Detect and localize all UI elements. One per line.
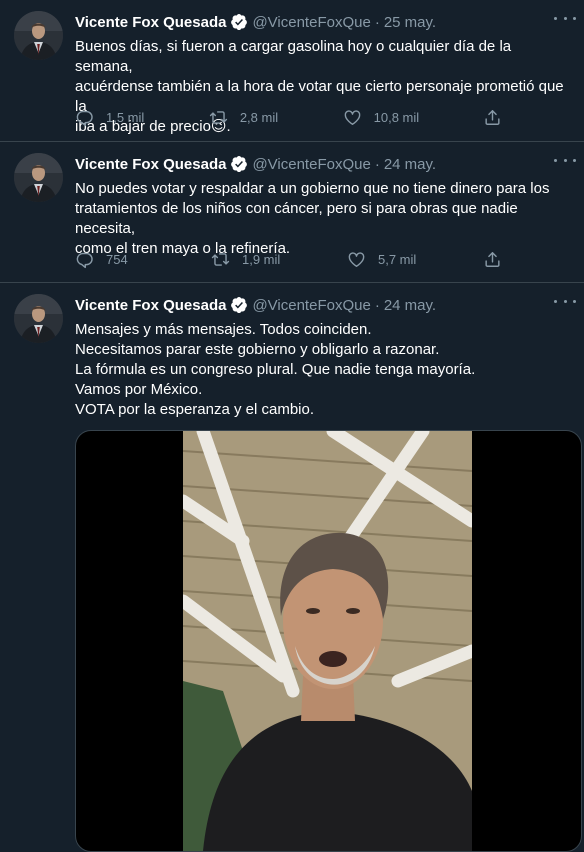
retweet-count: 1,9 mil: [242, 251, 281, 267]
retweet-icon: [209, 110, 227, 124]
tweet[interactable]: Vicente Fox Quesada @VicenteFoxQue · 24 …: [0, 142, 584, 283]
tweet-date[interactable]: 25 may.: [384, 14, 436, 31]
avatar[interactable]: [14, 294, 63, 343]
tweet-date[interactable]: 24 may.: [384, 156, 436, 173]
more-icon[interactable]: [552, 10, 578, 26]
share-button[interactable]: [483, 250, 502, 269]
tweet-text-line: Buenos días, si fueron a cargar gasolina…: [75, 38, 512, 75]
tweet-date[interactable]: 24 may.: [384, 297, 436, 314]
tweet-text-line: Necesitamos parar este gobierno y obliga…: [75, 341, 440, 358]
tweet-text: No puedes votar y respaldar a un gobiern…: [75, 179, 572, 259]
like-button[interactable]: 5,7 mil: [347, 250, 417, 269]
reply-count: 754: [106, 251, 128, 267]
video-frame: [183, 431, 472, 851]
like-count: 10,8 mil: [373, 109, 420, 125]
tweet-header: Vicente Fox Quesada @VicenteFoxQue · 24 …: [75, 295, 544, 315]
tweet[interactable]: Vicente Fox Quesada @VicenteFoxQue · 24 …: [0, 283, 584, 852]
retweet-count: 2,8 mil: [239, 109, 279, 125]
retweet-button[interactable]: 1,9 mil: [211, 250, 281, 269]
share-icon: [485, 109, 500, 125]
separator-dot: ·: [374, 155, 380, 173]
retweet-button[interactable]: 2,8 mil: [209, 108, 279, 127]
verified-badge-icon: [231, 13, 248, 31]
like-count: 5,7 mil: [378, 251, 417, 267]
more-icon[interactable]: [552, 293, 578, 309]
reply-icon: [76, 110, 93, 126]
reply-button[interactable]: 1,5 mil: [75, 108, 145, 127]
author-name[interactable]: Vicente Fox Quesada: [75, 14, 226, 31]
separator-dot: ·: [374, 13, 380, 31]
tweet-text-line: VOTA por la esperanza y el cambio.: [75, 401, 315, 418]
avatar[interactable]: [14, 11, 63, 60]
tweet-text-line: tratamientos de los niños con cáncer, pe…: [75, 200, 518, 237]
more-icon[interactable]: [552, 152, 578, 168]
avatar[interactable]: [14, 153, 63, 202]
tweet-text-line: No puedes votar y respaldar a un gobiern…: [75, 180, 550, 197]
video-player[interactable]: [75, 430, 582, 852]
tweet-actions: 1,5 mil 2,8 mil 10,8 mil: [75, 107, 502, 127]
share-button[interactable]: [483, 108, 502, 127]
author-handle[interactable]: @VicenteFoxQue: [252, 297, 370, 314]
share-icon: [485, 251, 500, 267]
tweet-header: Vicente Fox Quesada @VicenteFoxQue · 24 …: [75, 154, 544, 174]
verified-badge-icon: [231, 155, 248, 173]
author-handle[interactable]: @VicenteFoxQue: [252, 14, 370, 31]
verified-badge-icon: [231, 296, 248, 314]
like-button[interactable]: 10,8 mil: [343, 108, 420, 127]
heart-icon: [344, 109, 360, 125]
tweet-text-line: Mensajes y más mensajes. Todos coinciden…: [75, 321, 372, 338]
video-still-image: [183, 431, 472, 851]
tweet[interactable]: Vicente Fox Quesada @VicenteFoxQue · 25 …: [0, 0, 584, 142]
author-handle[interactable]: @VicenteFoxQue: [252, 156, 370, 173]
reply-count: 1,5 mil: [106, 109, 145, 125]
tweet-header: Vicente Fox Quesada @VicenteFoxQue · 25 …: [75, 12, 544, 32]
tweet-text-line: La fórmula es un congreso plural. Que na…: [75, 361, 476, 378]
retweet-icon: [211, 252, 230, 266]
tweet-text: Mensajes y más mensajes. Todos coinciden…: [75, 320, 572, 420]
tweet-actions: 754 1,9 mil 5,7 mil: [75, 249, 502, 269]
reply-icon: [76, 252, 93, 268]
tweet-text-line: Vamos por México.: [75, 381, 203, 398]
separator-dot: ·: [374, 296, 380, 314]
author-name[interactable]: Vicente Fox Quesada: [75, 156, 226, 173]
reply-button[interactable]: 754: [75, 250, 145, 269]
heart-icon: [348, 251, 365, 267]
author-name[interactable]: Vicente Fox Quesada: [75, 297, 226, 314]
